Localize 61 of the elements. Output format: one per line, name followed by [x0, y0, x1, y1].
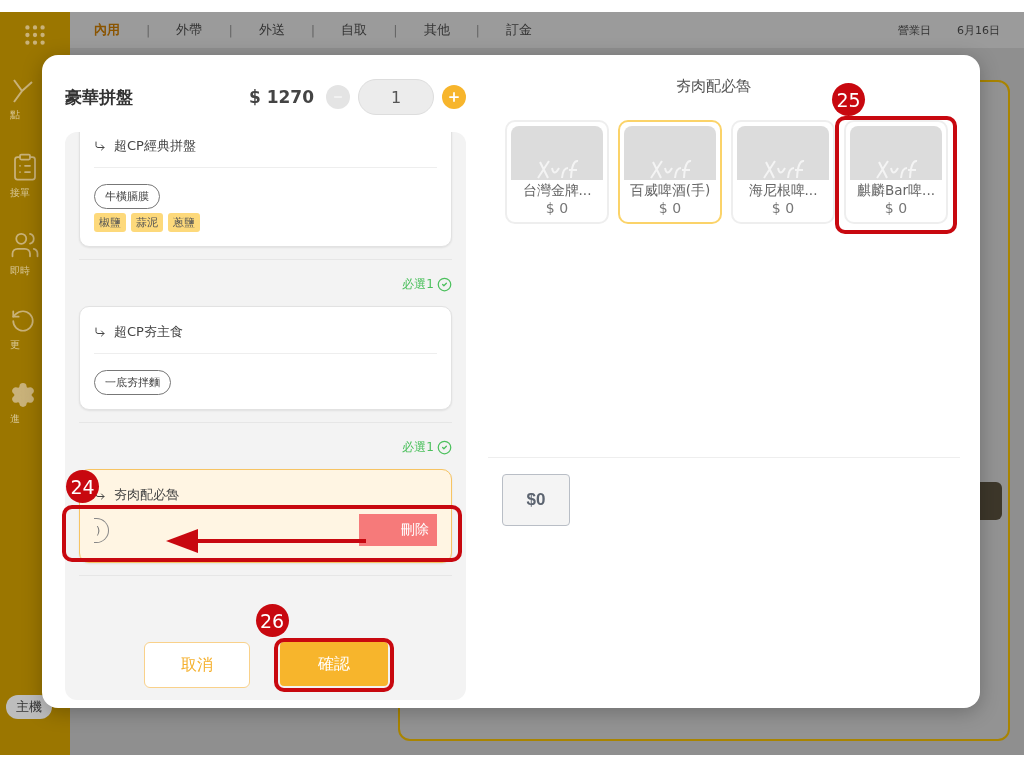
option-title: 超CP經典拼盤 [114, 137, 196, 155]
product-price: $ 0 [771, 200, 795, 216]
order-type-tab[interactable]: 其他 [423, 21, 450, 39]
logo-icon [648, 158, 692, 180]
check-icon [437, 276, 452, 292]
product-name: 海尼根啤... [748, 182, 818, 200]
sidebar-label: 接單 [10, 186, 30, 200]
sub-item-icon [94, 140, 106, 152]
product-card[interactable]: 海尼根啤... $ 0 [731, 120, 835, 224]
order-type-tab[interactable]: 外送 [258, 21, 285, 39]
logo-icon [874, 158, 918, 180]
host-button[interactable]: 主機 [6, 695, 52, 719]
annotation-badge: 25 [832, 83, 865, 116]
product-card[interactable]: 台灣金牌... $ 0 [505, 120, 609, 224]
sub-item-icon [94, 326, 106, 338]
refresh-icon [10, 308, 36, 334]
check-icon [437, 439, 452, 455]
plus-button[interactable] [442, 85, 466, 109]
sidebar-label: 即時 [10, 264, 30, 278]
quantity-field[interactable]: 1 [358, 79, 434, 115]
product-name: 麒麟Bar啤... [857, 182, 935, 200]
option-tag: 蔥鹽 [168, 213, 200, 232]
minus-button[interactable] [326, 85, 350, 109]
sidebar-label: 更 [10, 338, 20, 352]
option-tag: 蒜泥 [131, 213, 163, 232]
product-name: 台灣金牌... [522, 182, 592, 200]
people-icon [10, 230, 40, 260]
item-title: 豪華拼盤 [65, 85, 134, 109]
annotation-badge: 26 [255, 604, 289, 637]
product-price: $ 0 [545, 200, 569, 216]
sidebar-label: 進 [10, 412, 20, 426]
tab-separator: | [146, 22, 151, 38]
product-card[interactable]: 百威啤酒(手) $ 0 [618, 120, 722, 224]
requirement-label: 必選1 [402, 438, 434, 456]
product-price: $ 0 [658, 200, 682, 216]
item-price: $ 1270 [248, 87, 314, 107]
tab-separator: | [393, 22, 398, 38]
option-title: 夯肉配必魯 [114, 486, 179, 504]
option-tag: 椒鹽 [94, 213, 126, 232]
business-day-label: 營業日 [898, 22, 931, 38]
business-date: 6月16日 [957, 22, 1000, 38]
option-group-title: 夯肉配必魯 [675, 77, 751, 97]
annotation-badge: 24 [66, 470, 99, 503]
sidebar-label: 點 [10, 108, 20, 122]
logo-icon [535, 158, 579, 180]
plus-icon [447, 90, 461, 104]
requirement-label: 必選1 [402, 275, 434, 293]
apps-icon[interactable] [22, 22, 48, 48]
order-type-tab[interactable]: 訂金 [505, 21, 532, 39]
product-card[interactable]: 麒麟Bar啤... $ 0 [844, 120, 948, 224]
price-button[interactable]: $0 [502, 474, 570, 526]
tab-separator: | [228, 22, 233, 38]
tab-separator: | [475, 22, 480, 38]
order-type-tab[interactable]: 外帶 [176, 21, 203, 39]
tab-separator: | [310, 22, 316, 38]
product-price: $ 0 [884, 200, 908, 216]
logo-icon [761, 158, 805, 180]
delete-button[interactable]: 刪除 [359, 514, 437, 546]
order-type-tab[interactable]: 自取 [341, 21, 368, 39]
product-name: 百威啤酒(手) [629, 182, 711, 200]
option-title: 超CP夯主食 [114, 323, 183, 341]
